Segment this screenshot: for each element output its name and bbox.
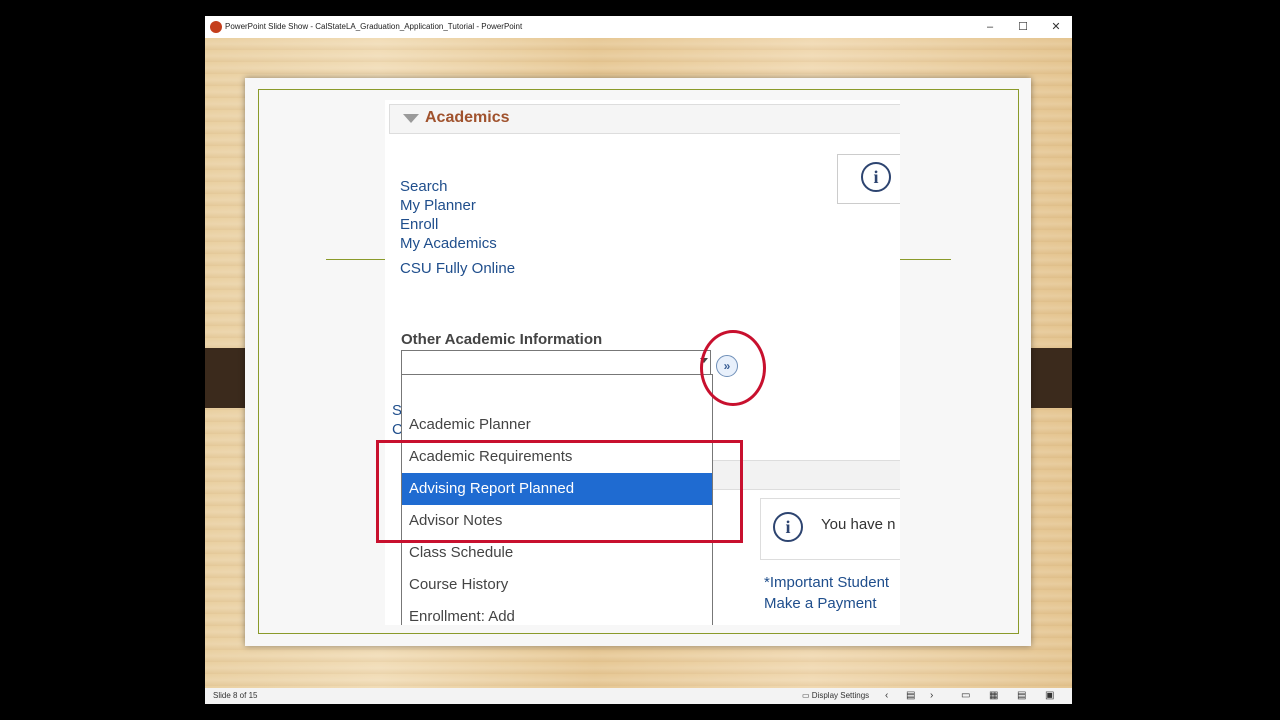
close-button[interactable]: ✕ xyxy=(1041,18,1071,36)
slide-rule-left xyxy=(326,259,386,260)
search-link[interactable]: Search xyxy=(400,178,448,195)
make-payment-link[interactable]: Make a Payment xyxy=(764,595,877,612)
option-course-history[interactable]: Course History xyxy=(402,569,712,601)
info-panel: i xyxy=(837,154,900,204)
option-enrollment-add[interactable]: Enrollment: Add xyxy=(402,601,712,625)
powerpoint-app-icon xyxy=(210,21,222,33)
notice-panel: i You have n xyxy=(760,498,900,560)
slide-rule-right xyxy=(900,259,951,260)
academics-title: Academics xyxy=(425,109,510,126)
minimize-button[interactable]: – xyxy=(975,18,1005,36)
other-academic-info-select[interactable] xyxy=(401,350,711,375)
notes-icon[interactable]: ▤ xyxy=(906,690,915,701)
monitor-icon: ▭ xyxy=(802,691,812,700)
slideshow-icon[interactable]: ▣ xyxy=(1045,690,1054,701)
highlight-rectangle-annotation xyxy=(376,440,743,543)
maximize-button[interactable]: ☐ xyxy=(1008,18,1038,36)
option-academic-planner[interactable]: Academic Planner xyxy=(402,409,712,441)
normal-view-icon[interactable]: ▭ xyxy=(961,690,970,701)
display-settings-label: Display Settings xyxy=(811,691,870,700)
previous-slide-icon[interactable]: ‹ xyxy=(885,690,888,701)
highlight-circle-annotation xyxy=(700,330,766,406)
enroll-link[interactable]: Enroll xyxy=(400,216,438,233)
slide-sorter-icon[interactable]: ▦ xyxy=(989,690,998,701)
window-title: PowerPoint Slide Show - CalStateLA_Gradu… xyxy=(225,22,523,31)
notice-text: You have n xyxy=(821,516,896,533)
next-slide-icon[interactable]: › xyxy=(930,690,933,701)
academics-screenshot: Academics i Search My Planner Enroll My … xyxy=(385,100,900,625)
important-student-link[interactable]: *Important Student xyxy=(764,574,889,591)
display-settings-button[interactable]: ▭ Display Settings xyxy=(802,691,869,700)
info-icon[interactable]: i xyxy=(861,162,891,192)
other-academic-info-label: Other Academic Information xyxy=(401,331,603,348)
notice-info-icon: i xyxy=(773,512,803,542)
academics-header[interactable]: Academics xyxy=(389,104,900,134)
reading-view-icon[interactable]: ▤ xyxy=(1017,690,1026,701)
title-bar: PowerPoint Slide Show - CalStateLA_Gradu… xyxy=(205,16,1072,38)
my-academics-link[interactable]: My Academics xyxy=(400,235,497,252)
csu-fully-online-link[interactable]: CSU Fully Online xyxy=(400,260,515,277)
status-bar: Slide 8 of 15 ▭ Display Settings ‹ ▤ › ▭… xyxy=(205,688,1072,704)
collapse-triangle-icon[interactable] xyxy=(403,114,419,123)
slide-counter: Slide 8 of 15 xyxy=(213,691,258,700)
my-planner-link[interactable]: My Planner xyxy=(400,197,476,214)
